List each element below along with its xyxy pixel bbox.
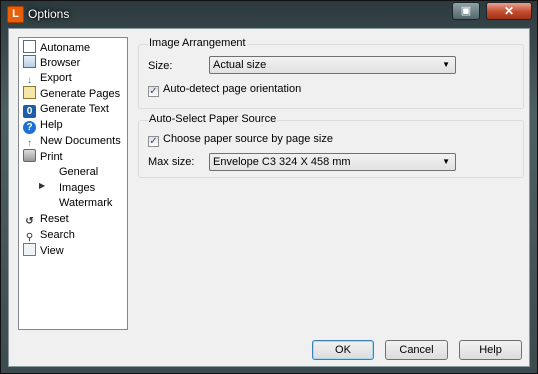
choose-paper-source-checkbox[interactable]: ✓ Choose paper source by page size [148, 132, 333, 147]
max-size-label: Max size: [148, 156, 195, 168]
group-title: Image Arrangement [148, 37, 247, 49]
document-icon [23, 40, 36, 53]
tree-item-label: Search [40, 229, 75, 241]
options-window: L Options ▣ ✕ Autoname Browser ↓ Export G… [0, 0, 538, 374]
options-tree[interactable]: Autoname Browser ↓ Export Generate Pages … [18, 37, 128, 330]
tree-item-print-general[interactable]: General [59, 165, 98, 180]
max-size-select[interactable]: Envelope C3 324 X 458 mm ▼ [209, 153, 456, 171]
tree-item-new-documents[interactable]: ↑ New Documents [23, 134, 121, 149]
chevron-down-icon: ▼ [442, 60, 450, 69]
chevron-down-icon: ▼ [442, 157, 450, 166]
generate-text-icon: 0 [23, 105, 36, 118]
tree-item-generate-text[interactable]: 0 Generate Text [23, 102, 109, 118]
tree-item-label: Generate Pages [40, 88, 121, 100]
tree-item-print-images[interactable]: Images [59, 181, 95, 196]
tree-item-label: New Documents [40, 135, 121, 147]
view-icon [23, 243, 36, 256]
tree-item-export[interactable]: ↓ Export [23, 71, 72, 86]
tree-item-print-watermark[interactable]: Watermark [59, 196, 112, 211]
browser-icon [23, 55, 36, 68]
tree-item-label: Browser [40, 57, 81, 69]
checkbox-box: ✓ [148, 136, 159, 147]
expand-arrow-icon[interactable]: ▶ [39, 181, 45, 190]
tree-item-label: Help [40, 119, 63, 131]
generate-pages-icon [23, 86, 36, 99]
restore-button[interactable]: ▣ [452, 2, 480, 20]
help-icon: ? [23, 121, 36, 134]
help-button[interactable]: Help [459, 340, 522, 360]
app-logo-icon: L [7, 6, 24, 23]
tree-item-label: Reset [40, 213, 69, 225]
checkbox-label: Auto-detect page orientation [163, 83, 302, 95]
tree-item-search[interactable]: ⚲ Search [23, 228, 75, 243]
tree-item-print[interactable]: Print [23, 149, 63, 164]
title-bar[interactable]: L Options ▣ ✕ [1, 1, 537, 28]
tree-item-autoname[interactable]: Autoname [23, 40, 90, 55]
size-select[interactable]: Actual size ▼ [209, 56, 456, 74]
paper-source-group: Auto-Select Paper Source ✓ Choose paper s… [138, 113, 524, 178]
group-title: Auto-Select Paper Source [148, 113, 278, 125]
reset-icon: ↺ [25, 216, 34, 227]
printer-icon [23, 149, 36, 162]
image-arrangement-group: Image Arrangement Size: Actual size ▼ ✓ A… [138, 37, 524, 109]
close-button[interactable]: ✕ [486, 2, 532, 20]
tree-item-browser[interactable]: Browser [23, 55, 80, 70]
tree-item-reset[interactable]: ↺ Reset [23, 212, 69, 227]
tree-item-label: Autoname [40, 42, 91, 54]
cancel-button[interactable]: Cancel [385, 340, 448, 360]
tree-item-view[interactable]: View [23, 243, 64, 258]
tree-item-help[interactable]: ? Help [23, 118, 63, 134]
size-label: Size: [148, 60, 173, 72]
tree-item-label: Print [40, 151, 63, 163]
dialog-client-area: Autoname Browser ↓ Export Generate Pages … [8, 28, 530, 367]
size-select-value: Actual size [213, 59, 267, 71]
auto-detect-orientation-checkbox[interactable]: ✓ Auto-detect page orientation [148, 82, 302, 97]
checkbox-box: ✓ [148, 86, 159, 97]
tree-item-label: View [40, 245, 64, 257]
tree-item-generate-pages[interactable]: Generate Pages [23, 86, 120, 101]
checkbox-label: Choose paper source by page size [163, 133, 333, 145]
tree-item-label: Export [40, 72, 72, 84]
window-title: Options [28, 7, 70, 21]
tree-item-label: Generate Text [40, 103, 109, 115]
max-size-select-value: Envelope C3 324 X 458 mm [213, 156, 351, 168]
ok-button[interactable]: OK [312, 340, 374, 360]
